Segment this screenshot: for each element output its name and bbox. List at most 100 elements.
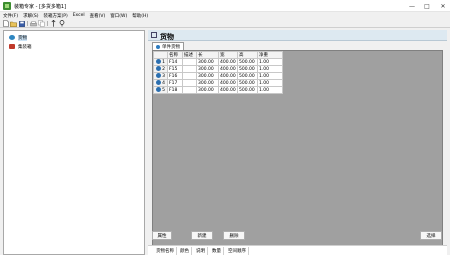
cell-length[interactable]: 300.00: [196, 72, 219, 80]
tree-item-label: 集装箱: [18, 44, 32, 50]
table-header-row: 名称 描述 长 宽 高 净重: [153, 51, 283, 59]
tab-quantity[interactable]: 数量: [210, 247, 224, 255]
tab-goods-name[interactable]: 货物名称: [154, 247, 177, 255]
cell-name[interactable]: F16: [167, 72, 183, 80]
tree-panel: 货物 集装箱: [3, 30, 145, 255]
cell-length[interactable]: 300.00: [196, 79, 219, 87]
menu-window[interactable]: 窗口(W): [110, 13, 127, 19]
goods-row-icon: [156, 59, 162, 64]
table-row[interactable]: 2 F15 300.00 400.00 500.00 1.00: [153, 65, 283, 73]
tab-label: 单件货物: [162, 44, 180, 50]
new-button[interactable]: 新建: [191, 231, 213, 240]
goods-grid: 名称 描述 长 宽 高 净重 1 F14 300.00 400.00 500.0…: [152, 50, 443, 252]
column-header-desc[interactable]: 描述: [182, 51, 197, 59]
row-header[interactable]: 2: [153, 65, 168, 73]
menu-help[interactable]: 帮助(H): [132, 13, 148, 19]
cell-height[interactable]: 500.00: [237, 79, 258, 87]
menu-solve[interactable]: 求解(S): [23, 13, 38, 19]
menu-file[interactable]: 文件(F): [3, 13, 18, 19]
cell-weight[interactable]: 1.00: [257, 65, 283, 73]
title-bar: 装箱专家 - [多货多箱1] — □ ✕: [0, 0, 450, 12]
copy-icon[interactable]: [38, 20, 45, 27]
cell-length[interactable]: 300.00: [196, 86, 219, 94]
goods-row-icon: [156, 87, 162, 92]
column-header-weight[interactable]: 净重: [257, 51, 283, 59]
row-header[interactable]: 1: [153, 58, 168, 66]
goods-header-icon: [151, 32, 157, 38]
tree-item-goods[interactable]: 货物: [9, 34, 27, 41]
cell-length[interactable]: 300.00: [196, 65, 219, 73]
menu-view[interactable]: 查看(V): [90, 13, 106, 19]
page-title: 货物: [160, 33, 174, 41]
cell-width[interactable]: 400.00: [218, 58, 238, 66]
cell-length[interactable]: 300.00: [196, 58, 219, 66]
cell-height[interactable]: 500.00: [237, 72, 258, 80]
column-header-index: [153, 51, 168, 59]
menu-packing-plan[interactable]: 装箱方案(P): [43, 13, 67, 19]
header-band: 货物: [148, 30, 447, 41]
table-row[interactable]: 4 F17 300.00 400.00 500.00 1.00: [153, 79, 283, 87]
new-file-icon[interactable]: [2, 20, 9, 27]
cell-height[interactable]: 500.00: [237, 86, 258, 94]
cell-height[interactable]: 500.00: [237, 65, 258, 73]
tab-icon: [156, 44, 160, 49]
cell-desc[interactable]: [182, 72, 197, 80]
print-icon[interactable]: [30, 20, 37, 27]
table-row[interactable]: 1 F14 300.00 400.00 500.00 1.00: [153, 58, 283, 66]
goods-row-icon: [156, 66, 162, 71]
tree-item-label: 货物: [18, 34, 27, 41]
cell-weight[interactable]: 1.00: [257, 86, 283, 94]
menu-excel[interactable]: Excel: [73, 13, 85, 18]
table-row[interactable]: 5 F18 300.00 400.00 500.00 1.00: [153, 86, 283, 94]
action-bar: 属性 新建 删除 选择: [148, 231, 447, 241]
cell-width[interactable]: 400.00: [218, 86, 238, 94]
cell-desc[interactable]: [182, 79, 197, 87]
column-header-length[interactable]: 长: [196, 51, 219, 59]
menu-bar: 文件(F) 求解(S) 装箱方案(P) Excel 查看(V) 窗口(W) 帮助…: [0, 12, 450, 19]
tab-single-goods[interactable]: 单件货物: [152, 42, 184, 50]
maximize-button[interactable]: □: [420, 0, 434, 12]
column-header-name[interactable]: 名称: [167, 51, 183, 59]
cell-name[interactable]: F18: [167, 86, 183, 94]
cell-desc[interactable]: [182, 65, 197, 73]
cell-width[interactable]: 400.00: [218, 72, 238, 80]
container-icon: [9, 44, 15, 49]
close-button[interactable]: ✕: [436, 0, 450, 12]
column-header-height[interactable]: 高: [237, 51, 258, 59]
tab-description[interactable]: 说明: [194, 247, 208, 255]
sort-icon[interactable]: [50, 20, 57, 27]
cell-name[interactable]: F17: [167, 79, 183, 87]
cell-height[interactable]: 500.00: [237, 58, 258, 66]
main-panel: 货物 单件货物 名称 描述 长 宽 高 净重 1 F14 300.00 400.…: [148, 30, 447, 255]
properties-button[interactable]: 属性: [152, 231, 172, 240]
open-folder-icon[interactable]: [10, 20, 17, 27]
cell-width[interactable]: 400.00: [218, 79, 238, 87]
delete-button[interactable]: 删除: [223, 231, 245, 240]
goods-table: 名称 描述 长 宽 高 净重 1 F14 300.00 400.00 500.0…: [153, 51, 283, 94]
cell-width[interactable]: 400.00: [218, 65, 238, 73]
select-button[interactable]: 选择: [420, 231, 442, 240]
goods-row-icon: [156, 73, 162, 78]
window-title: 装箱专家 - [多货多箱1]: [14, 4, 67, 10]
tab-color[interactable]: 颜色: [178, 247, 192, 255]
row-header[interactable]: 3: [153, 72, 168, 80]
row-header[interactable]: 5: [153, 86, 168, 94]
cell-name[interactable]: F14: [167, 58, 183, 66]
cell-desc[interactable]: [182, 58, 197, 66]
cell-name[interactable]: F15: [167, 65, 183, 73]
cell-weight[interactable]: 1.00: [257, 79, 283, 87]
cell-weight[interactable]: 1.00: [257, 58, 283, 66]
tab-space-order[interactable]: 空间顺序: [226, 247, 249, 255]
cell-weight[interactable]: 1.00: [257, 72, 283, 80]
goods-icon: [9, 35, 15, 40]
save-icon[interactable]: [18, 20, 25, 27]
toolbar-separator: [47, 21, 48, 26]
cell-desc[interactable]: [182, 86, 197, 94]
column-header-width[interactable]: 宽: [218, 51, 238, 59]
minimize-button[interactable]: —: [405, 0, 419, 12]
row-header[interactable]: 4: [153, 79, 168, 87]
table-row[interactable]: 3 F16 300.00 400.00 500.00 1.00: [153, 72, 283, 80]
help-icon[interactable]: [58, 20, 65, 27]
app-icon: [3, 2, 11, 10]
tree-item-container[interactable]: 集装箱: [9, 43, 32, 50]
